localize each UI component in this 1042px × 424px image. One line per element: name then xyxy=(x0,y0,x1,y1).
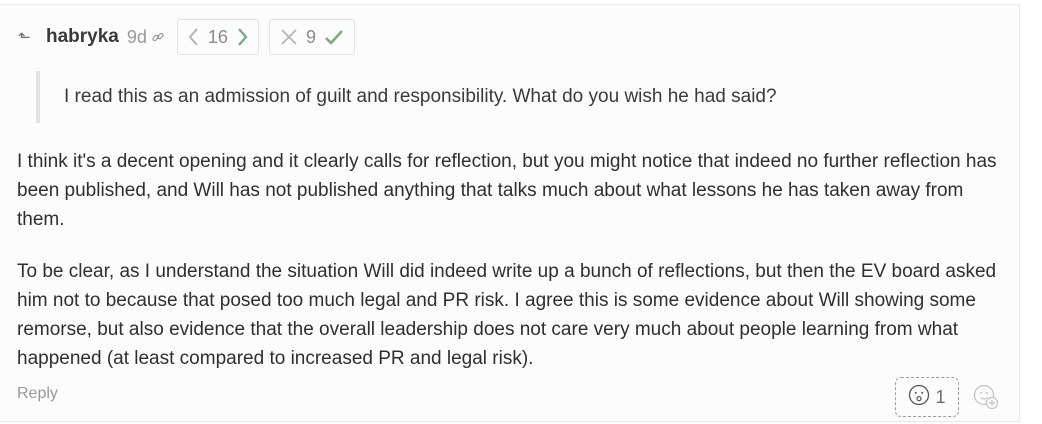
reaction-count: 1 xyxy=(935,386,946,407)
parent-comment-icon[interactable]: ⬑ xyxy=(18,30,36,45)
comment-paragraph: To be clear, as I understand the situati… xyxy=(17,261,997,369)
chevron-right-icon[interactable] xyxy=(236,27,248,47)
link-icon[interactable] xyxy=(151,30,165,44)
reaction-button[interactable]: 1 xyxy=(895,377,959,417)
comment-card: ⬑ habryka 9d 16 9 I read this as an admi… xyxy=(0,4,1020,422)
surprised-face-icon xyxy=(908,384,930,411)
chevron-left-icon[interactable] xyxy=(188,27,200,47)
block-quote: I read this as an admission of guilt and… xyxy=(36,71,836,123)
agreement-score: 9 xyxy=(305,26,316,47)
add-reaction-icon[interactable] xyxy=(972,383,1000,411)
karma-vote: 16 xyxy=(176,19,259,55)
reply-link[interactable]: Reply xyxy=(17,385,58,403)
comment-date[interactable]: 9d xyxy=(127,27,147,48)
agreement-vote: 9 xyxy=(268,19,355,55)
karma-score: 16 xyxy=(207,26,228,47)
comment-meta: ⬑ habryka 9d 16 9 xyxy=(18,19,365,55)
x-icon[interactable] xyxy=(280,28,298,46)
checkmark-icon[interactable] xyxy=(324,28,344,46)
author-username[interactable]: habryka xyxy=(46,26,119,48)
comment-paragraph: I think it's a decent opening and it cle… xyxy=(17,151,997,230)
